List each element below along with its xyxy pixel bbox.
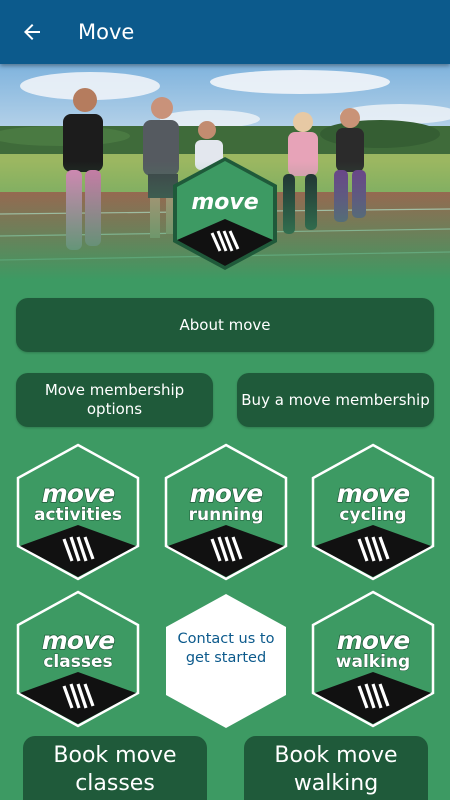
tile-brand: move: [189, 478, 264, 508]
tile-contact-us[interactable]: Contact us to get started: [164, 592, 288, 730]
back-button[interactable]: [0, 0, 64, 64]
book-walking-button[interactable]: Book move walking: [244, 736, 428, 800]
tile-move-running[interactable]: move running: [164, 443, 288, 581]
tile-label: classes: [43, 652, 113, 673]
tile-label: running: [188, 505, 264, 526]
tile-brand: move: [41, 478, 116, 508]
about-move-button[interactable]: About move: [16, 298, 434, 352]
tile-label: cycling: [339, 505, 407, 526]
membership-options-button[interactable]: Move membership options: [16, 373, 213, 427]
move-logo-text: move: [191, 190, 258, 215]
buy-membership-button[interactable]: Buy a move membership: [237, 373, 434, 427]
app-bar: Move: [0, 0, 450, 64]
arrow-left-icon: [24, 24, 40, 40]
page-title: Move: [78, 20, 135, 44]
tile-move-classes[interactable]: move classes: [16, 590, 140, 728]
tile-move-activities[interactable]: move activities: [16, 443, 140, 581]
tile-brand: move: [336, 478, 411, 508]
book-classes-button[interactable]: Book move classes: [23, 736, 207, 800]
tile-brand: move: [336, 625, 411, 655]
contact-us-text: Contact us to get started: [177, 631, 275, 666]
tile-label: activities: [33, 505, 122, 526]
tile-label: walking: [335, 652, 411, 673]
tile-brand: move: [41, 625, 116, 655]
move-logo-badge: move: [170, 155, 280, 272]
tile-move-cycling[interactable]: move cycling: [311, 443, 435, 581]
tile-move-walking[interactable]: move walking: [311, 590, 435, 728]
